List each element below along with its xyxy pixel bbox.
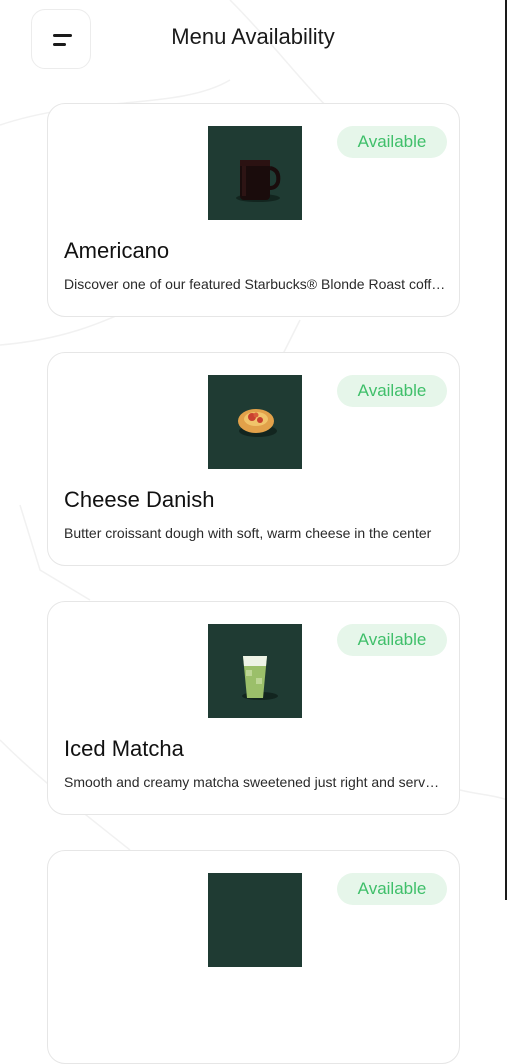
status-badge: Available (337, 375, 447, 407)
menu-item-card[interactable]: Available Cheese Danish Butter croissant… (47, 352, 460, 566)
coffee-mug-icon (208, 126, 302, 220)
status-badge: Available (337, 873, 447, 905)
item-description: Smooth and creamy matcha sweetened just … (64, 774, 446, 790)
menu-item-list: Available Americano Discover one of our … (0, 0, 505, 1064)
hamburger-menu-icon-bar (53, 43, 66, 46)
product-image-icon (208, 873, 302, 967)
hamburger-menu-icon (53, 34, 72, 37)
menu-item-card[interactable]: Available Iced Matcha Smooth and creamy … (47, 601, 460, 815)
item-name: Americano (64, 238, 170, 263)
menu-item-card[interactable]: Available Americano Discover one of our … (47, 103, 460, 317)
item-name: Cheese Danish (64, 487, 215, 512)
iced-drink-icon (208, 624, 302, 718)
menu-item-card[interactable]: Available (47, 850, 460, 1064)
menu-button[interactable] (31, 9, 91, 69)
item-description: Butter croissant dough with soft, warm c… (64, 525, 432, 541)
app-header: Menu Availability (0, 0, 505, 80)
status-badge: Available (337, 126, 447, 158)
item-description: Discover one of our featured Starbucks® … (64, 276, 446, 292)
status-badge: Available (337, 624, 447, 656)
page-title: Menu Availability (171, 24, 335, 49)
item-name: Iced Matcha (64, 736, 184, 761)
pastry-icon (208, 375, 302, 469)
